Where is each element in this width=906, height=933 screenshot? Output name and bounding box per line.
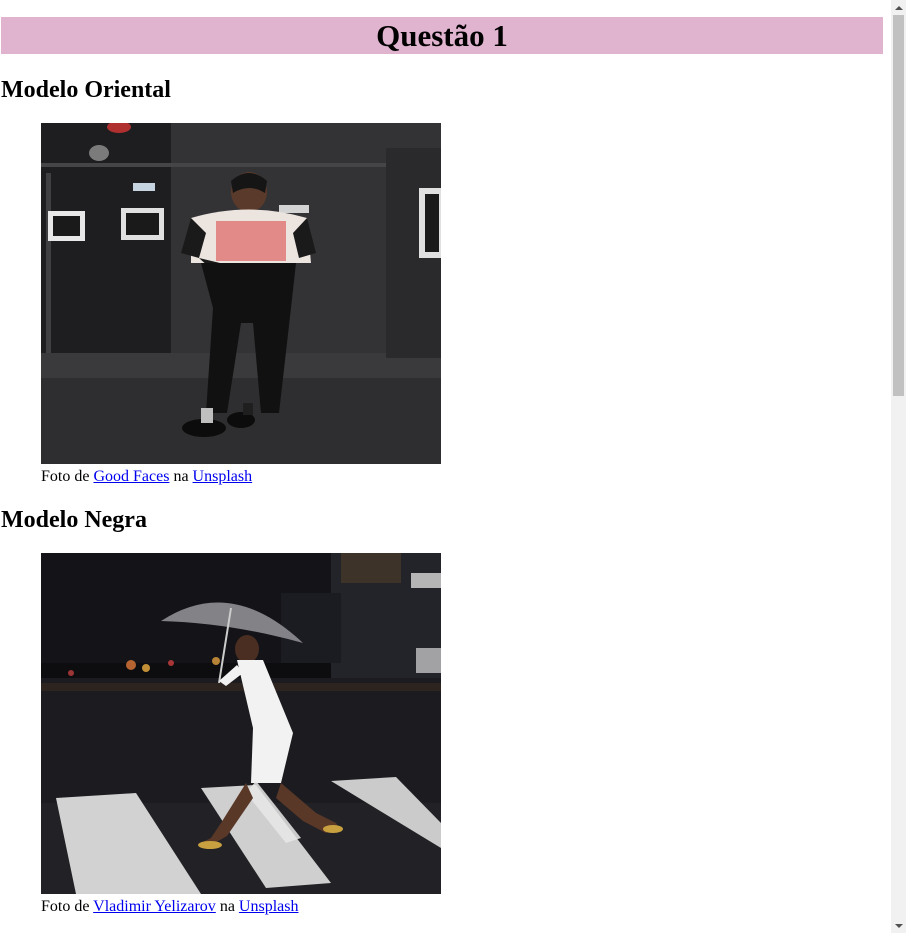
title-banner: Questão 1 [1,17,883,54]
scroll-down-arrow-icon[interactable] [891,918,906,933]
scrollbar-thumb[interactable] [893,15,904,396]
photo-credit-negra: Foto de Vladimir Yelizarov na Unsplash [41,898,298,916]
caption-prefix: Foto de [41,468,94,485]
section-heading-negra: Modelo Negra [1,507,147,533]
photo-credit-oriental: Foto de Good Faces na Unsplash [41,468,252,486]
unsplash-link[interactable]: Unsplash [239,898,299,915]
caption-middle: na [215,898,239,915]
author-link-vladimir-yelizarov[interactable]: Vladimir Yelizarov [93,898,216,915]
vertical-scrollbar[interactable] [891,0,906,933]
caption-middle: na [169,468,193,485]
section-heading-oriental: Modelo Oriental [1,77,171,103]
author-link-good-faces[interactable]: Good Faces [93,468,169,485]
photo-negra [41,553,441,894]
unsplash-link[interactable]: Unsplash [193,468,253,485]
caption-prefix: Foto de [41,898,94,915]
photo-oriental [41,123,441,464]
page-title: Questão 1 [376,18,508,53]
scroll-up-arrow-icon[interactable] [891,0,906,15]
